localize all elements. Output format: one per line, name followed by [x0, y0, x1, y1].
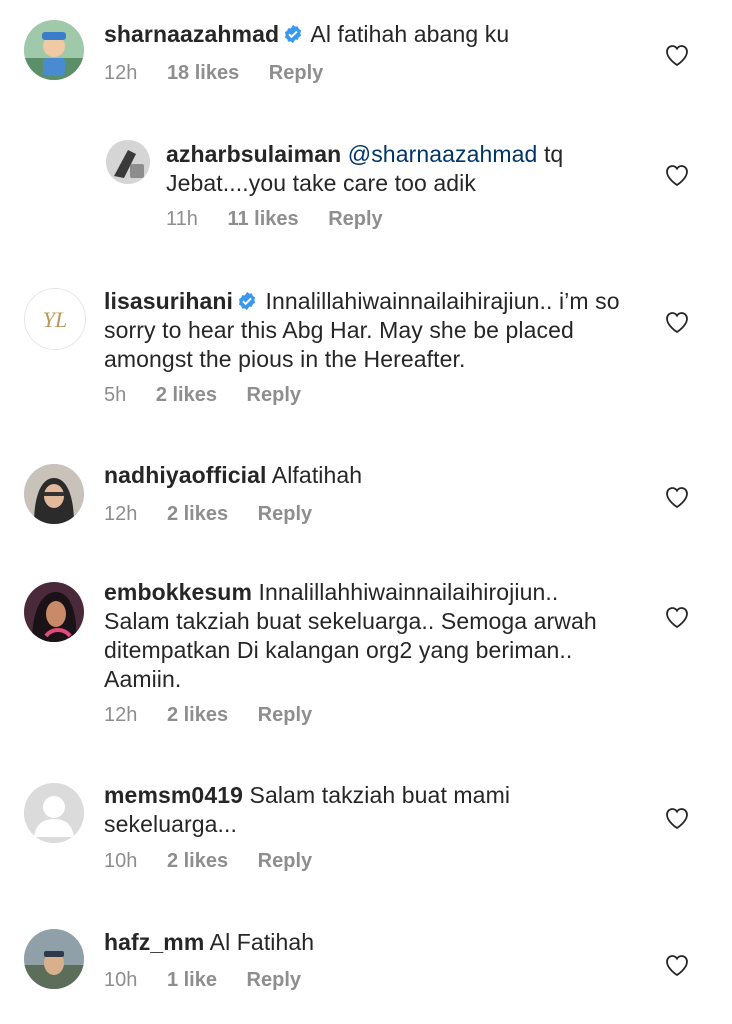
heart-icon[interactable] [664, 605, 690, 629]
heart-icon[interactable] [664, 806, 690, 830]
heart-icon[interactable] [664, 485, 690, 509]
avatar[interactable]: YL [24, 288, 86, 350]
timestamp: 11h [166, 208, 198, 230]
likes-count[interactable]: 2 likes [167, 850, 228, 872]
comment-body: Alfatihah [271, 462, 363, 488]
timestamp: 12h [104, 704, 138, 726]
likes-count[interactable]: 2 likes [167, 704, 228, 726]
heart-icon[interactable] [664, 953, 690, 977]
reply-button[interactable]: Reply [269, 62, 323, 84]
username[interactable]: lisasurihani [104, 288, 233, 314]
comment-body: Al fatihah abang ku [310, 21, 510, 47]
timestamp: 12h [104, 503, 138, 525]
comment-text: lisasurihani Innalillahiwainnailaihiraji… [104, 287, 624, 374]
likes-count[interactable]: 18 likes [167, 62, 239, 84]
comment-text: memsm0419 Salam takziah buat mami sekelu… [104, 781, 624, 839]
comment-meta: 10h 2 likes Reply [104, 850, 336, 873]
default-avatar-icon[interactable] [24, 783, 84, 843]
comment-meta: 12h 2 likes Reply [104, 704, 336, 727]
username[interactable]: memsm0419 [104, 782, 243, 808]
avatar-monogram: YL [43, 307, 67, 332]
comment-text: embokkesum Innalillahhiwainnailaihirojiu… [104, 578, 624, 694]
username[interactable]: nadhiyaofficial [104, 462, 267, 488]
timestamp: 10h [104, 850, 138, 872]
avatar[interactable] [106, 140, 150, 184]
avatar[interactable] [24, 464, 84, 524]
comment-meta: 12h 18 likes Reply [104, 62, 347, 85]
comment-meta: 11h 11 likes Reply [166, 208, 407, 231]
comment-text: nadhiyaofficial Alfatihah [104, 461, 624, 490]
avatar[interactable] [24, 20, 84, 80]
reply-button[interactable]: Reply [258, 850, 312, 872]
reply-button[interactable]: Reply [258, 704, 312, 726]
likes-count[interactable]: 11 likes [227, 208, 298, 230]
reply-button[interactable]: Reply [247, 969, 301, 991]
comment-text: azharbsulaiman @sharnaazahmad tq Jebat..… [166, 140, 606, 198]
comment-meta: 10h 1 like Reply [104, 969, 325, 992]
username[interactable]: sharnaazahmad [104, 21, 279, 47]
reply-button[interactable]: Reply [328, 208, 382, 230]
comment-meta: 12h 2 likes Reply [104, 503, 336, 526]
heart-icon[interactable] [664, 310, 690, 334]
comment-body: Al Fatihah [209, 929, 315, 955]
username[interactable]: hafz_mm [104, 929, 204, 955]
comment-text: sharnaazahmad Al fatihah abang ku [104, 20, 624, 49]
comment-text: hafz_mm Al Fatihah [104, 928, 624, 957]
timestamp: 12h [104, 62, 138, 84]
comment-meta: 5h 2 likes Reply [104, 384, 325, 407]
reply-button[interactable]: Reply [247, 384, 301, 406]
verified-badge-icon [238, 292, 256, 310]
avatar[interactable] [24, 929, 84, 989]
mention-link[interactable]: @sharnaazahmad [348, 141, 538, 167]
verified-badge-icon [285, 25, 302, 43]
reply-button[interactable]: Reply [258, 503, 312, 525]
likes-count[interactable]: 2 likes [167, 503, 228, 525]
username[interactable]: azharbsulaiman [166, 141, 341, 167]
timestamp: 5h [104, 384, 127, 406]
likes-count[interactable]: 1 like [167, 969, 217, 991]
username[interactable]: embokkesum [104, 579, 252, 605]
timestamp: 10h [104, 969, 138, 991]
avatar[interactable] [24, 582, 84, 642]
likes-count[interactable]: 2 likes [156, 384, 217, 406]
heart-icon[interactable] [664, 43, 690, 67]
heart-icon[interactable] [664, 163, 690, 187]
